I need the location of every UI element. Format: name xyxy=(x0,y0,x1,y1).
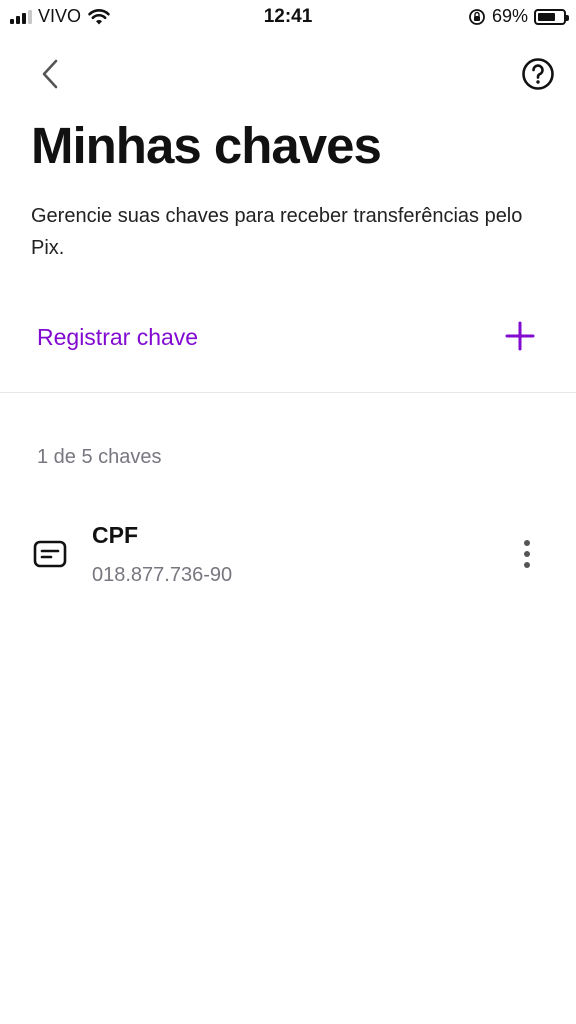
status-bar: VIVO 12:41 69% xyxy=(0,0,576,32)
more-vertical-icon[interactable] xyxy=(512,534,542,574)
question-circle-icon xyxy=(522,58,554,90)
battery-fill xyxy=(538,12,555,21)
menu-dot xyxy=(524,551,530,557)
chevron-left-icon xyxy=(42,59,58,89)
page-description: Gerencie suas chaves para receber transf… xyxy=(31,205,523,259)
key-list-item[interactable]: CPF 018.877.736-90 xyxy=(0,512,576,602)
page-title: Minhas chaves xyxy=(31,117,382,174)
plus-icon xyxy=(505,321,535,351)
help-button[interactable] xyxy=(520,56,556,92)
battery-percent: 69% xyxy=(491,6,528,26)
orientation-lock-icon xyxy=(469,8,485,25)
key-type: CPF xyxy=(92,522,138,548)
menu-dot xyxy=(524,562,530,568)
id-card-icon xyxy=(33,540,67,568)
register-key-button[interactable]: Registrar chave xyxy=(0,300,576,376)
key-count: 1 de 5 chaves xyxy=(37,446,162,468)
key-value: 018.877.736-90 xyxy=(92,564,233,586)
register-key-label: Registrar chave xyxy=(37,324,199,350)
menu-dot xyxy=(524,540,530,546)
status-right: 69% xyxy=(468,6,569,27)
battery-icon xyxy=(534,8,569,25)
divider xyxy=(0,392,576,393)
back-button[interactable] xyxy=(32,56,68,92)
